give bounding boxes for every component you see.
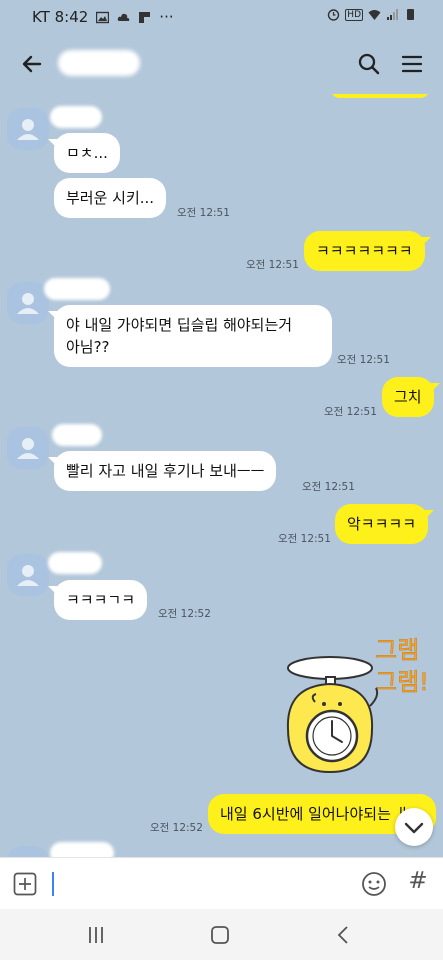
message-text: 부러운 시키...: [66, 189, 155, 207]
message-input-bar: #: [0, 857, 443, 909]
message-time: 오전 12:51: [177, 207, 230, 219]
battery-icon: [407, 9, 414, 20]
message-bubble-outgoing[interactable]: 그치: [382, 377, 440, 417]
avatar[interactable]: [7, 554, 49, 596]
message-time: 오전 12:51: [278, 533, 331, 545]
signal-icon: [387, 9, 398, 20]
message-time: 오전 12:52: [150, 822, 203, 834]
hd-badge: HD: [345, 8, 363, 21]
sticker-image[interactable]: 그램 그램!: [280, 624, 440, 789]
wifi-icon: [368, 10, 381, 20]
sender-name: [48, 552, 102, 574]
plus-square-icon[interactable]: [13, 872, 37, 896]
scroll-down-button[interactable]: [395, 808, 433, 846]
system-nav-bar: [0, 909, 443, 960]
message-text: 야 내일 가야되면 딥슬립 해야되는거: [66, 316, 293, 334]
avatar[interactable]: [7, 846, 49, 857]
avatar[interactable]: [7, 427, 49, 469]
avatar[interactable]: [7, 282, 49, 324]
hamburger-menu-icon[interactable]: [395, 47, 429, 81]
message-time: 오전 12:51: [337, 354, 390, 366]
message-bubble-incoming[interactable]: ㅁㅊ...: [48, 133, 120, 173]
message-bubble-outgoing[interactable]: 악ㅋㅋㅋㅋ: [335, 504, 435, 544]
sticker-caption-2: 그램!: [375, 668, 429, 696]
chat-messages[interactable]: ㅁㅊ... 부러운 시키... 오전 12:51 오전 12:51 ㅋㅋㅋㅋㅋㅋ…: [0, 94, 443, 857]
message-text: 악ㅋㅋㅋㅋ: [347, 515, 417, 533]
status-right: HD: [327, 8, 417, 21]
message-bubble-incoming[interactable]: 부러운 시키...: [54, 178, 167, 218]
carrier-time: KT 8:42: [32, 8, 89, 26]
person-icon: [17, 119, 39, 140]
message-text: 내일 6시반에 일어나야되는 ㅐ: [220, 805, 410, 823]
message-time: 오전 12:51: [246, 259, 299, 271]
back-nav-icon[interactable]: [330, 921, 358, 949]
message-bubble-incoming[interactable]: 빨리 자고 내일 후기나 보내ㅡㅡ: [47, 451, 277, 491]
sender-name: [50, 106, 102, 128]
sender-name: [44, 278, 110, 300]
recent-apps-icon[interactable]: [82, 921, 110, 949]
sender-name: [52, 424, 102, 446]
sticker-caption-1: 그램: [375, 636, 419, 664]
chat-header: [0, 34, 443, 94]
hashtag-button[interactable]: #: [405, 868, 431, 898]
message-bubble-outgoing-partial: [330, 94, 430, 98]
status-left: KT 8:42 ···: [32, 8, 174, 26]
arrow-left-icon[interactable]: [14, 46, 50, 82]
avatar[interactable]: [7, 108, 49, 150]
message-text: ㅁㅊ...: [66, 144, 108, 162]
alarm-icon: [328, 9, 340, 21]
message-bubble-incoming[interactable]: ㅋㅋㅋㄱㅋ: [47, 580, 148, 620]
message-bubble-incoming[interactable]: 야 내일 가야되면 딥슬립 해야되는거 아님??: [48, 305, 332, 367]
person-icon: [17, 293, 39, 314]
message-text: ㅋㅋㅋㅋㅋㅋㅋ: [316, 242, 413, 260]
image-icon: [96, 11, 110, 23]
message-input[interactable]: [52, 872, 54, 896]
home-icon[interactable]: [206, 921, 234, 949]
message-text: ㅋㅋㅋㄱㅋ: [66, 591, 136, 609]
chat-title: [58, 50, 140, 76]
message-time: 오전 12:51: [324, 406, 377, 418]
emoji-icon[interactable]: [360, 870, 388, 898]
message-text: 아님??: [66, 338, 110, 356]
sender-name: [50, 842, 114, 857]
cloud-icon: [118, 13, 130, 21]
message-bubble-outgoing[interactable]: ㅋㅋㅋㅋㅋㅋㅋ: [304, 231, 431, 271]
person-icon: [17, 565, 39, 586]
notification-icon: [139, 11, 151, 23]
status-bar: KT 8:42 ··· HD: [0, 0, 443, 34]
message-text: 그치: [394, 388, 422, 406]
message-time: 오전 12:51: [302, 481, 355, 493]
search-icon[interactable]: [352, 47, 386, 81]
person-icon: [17, 438, 39, 459]
message-text: 빨리 자고 내일 후기나 보내ㅡㅡ: [66, 462, 265, 480]
message-time: 오전 12:52: [158, 608, 211, 620]
more-notifications: ···: [159, 8, 174, 26]
